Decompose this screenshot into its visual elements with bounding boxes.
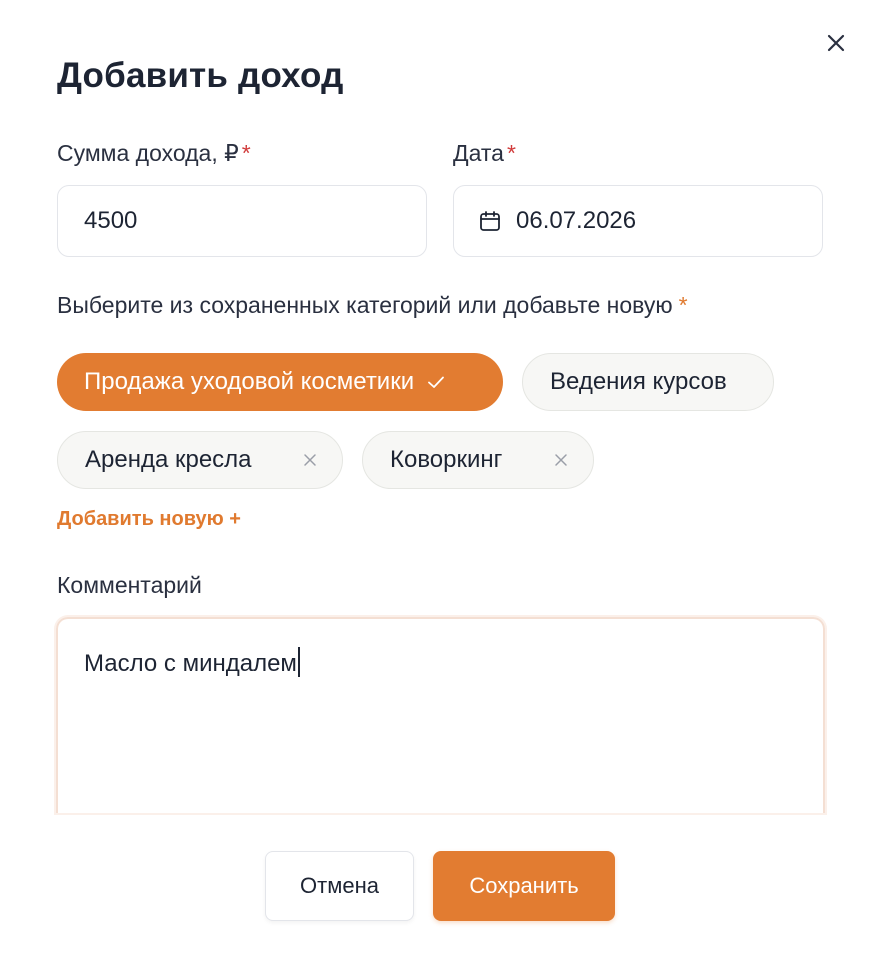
category-chip[interactable]: Ведения курсов [522, 353, 774, 411]
categories-label-text: Выберите из сохраненных категорий или до… [57, 292, 673, 318]
required-mark: * [241, 140, 251, 166]
category-chip-selected[interactable]: Продажа уходовой косметики [57, 353, 503, 411]
required-mark: * [678, 292, 688, 318]
add-income-dialog: Добавить доход Сумма дохода, ₽ * 4500 Дат… [0, 0, 882, 978]
add-category-link[interactable]: Добавить новую + [57, 508, 241, 531]
required-mark: * [506, 140, 516, 166]
category-chip[interactable]: Коворкинг [362, 431, 594, 489]
amount-label-text: Сумма дохода, ₽ [57, 140, 239, 166]
remove-icon[interactable] [553, 452, 569, 468]
remove-icon[interactable] [302, 452, 318, 468]
category-chip[interactable]: Аренда кресла [57, 431, 343, 489]
cancel-button[interactable]: Отмена [265, 851, 414, 921]
category-chip-label: Ведения курсов [550, 368, 727, 395]
close-icon [827, 34, 845, 52]
text-caret [297, 647, 300, 677]
date-label-text: Дата [453, 140, 504, 166]
check-icon [426, 372, 446, 392]
amount-label: Сумма дохода, ₽ * [57, 140, 251, 167]
comment-value: Масло с миндалем [84, 650, 297, 677]
amount-input[interactable]: 4500 [57, 185, 427, 257]
date-value: 06.07.2026 [516, 207, 637, 234]
amount-value: 4500 [84, 207, 138, 234]
comment-label: Комментарий [57, 572, 202, 598]
dialog-title: Добавить доход [57, 56, 344, 95]
category-chip-label: Аренда кресла [85, 446, 252, 473]
categories-label: Выберите из сохраненных категорий или до… [57, 292, 688, 319]
save-button[interactable]: Сохранить [433, 851, 615, 921]
category-chip-label: Продажа уходовой косметики [84, 368, 415, 395]
close-button[interactable] [822, 29, 850, 57]
date-label: Дата * [453, 140, 516, 167]
comment-textarea[interactable]: Масло с миндалем [56, 617, 825, 813]
category-chip-label: Коворкинг [390, 446, 503, 473]
calendar-icon [478, 209, 502, 233]
date-input[interactable]: 06.07.2026 [453, 185, 823, 257]
